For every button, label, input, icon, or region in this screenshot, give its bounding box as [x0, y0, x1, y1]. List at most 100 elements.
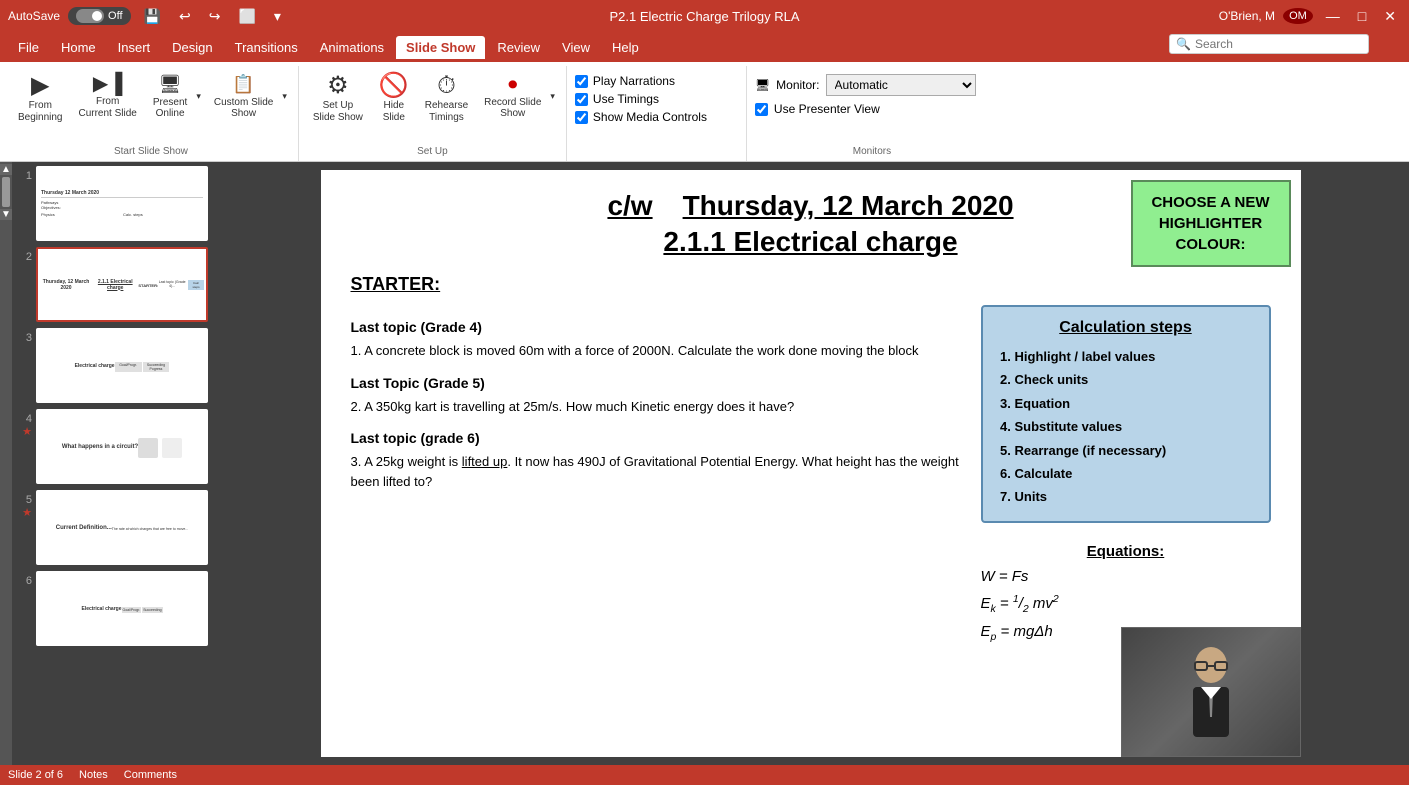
menu-item-home[interactable]: Home — [51, 36, 106, 59]
calc-step-7: Units — [1015, 485, 1255, 508]
slide-thumbnail-3[interactable]: Electrical charge Goal/Progr. Succeeding… — [36, 328, 208, 403]
calc-steps-box: Calculation steps Highlight / label valu… — [981, 305, 1271, 523]
slide-thumbnail-4[interactable]: What happens in a circuit? — [36, 409, 208, 484]
scroll-thumb[interactable] — [2, 177, 10, 207]
custom-slide-show-icon: 📋 — [232, 74, 254, 95]
slide-thumb-6[interactable]: 6 Electrical charge Goal/Progr. Succeedi… — [16, 571, 208, 646]
topic3-header: Last topic (grade 6) — [351, 430, 961, 446]
rehearse-label: RehearseTimings — [425, 100, 468, 124]
play-narrations-item[interactable]: Play Narrations — [575, 74, 707, 88]
hide-slide-button[interactable]: 🚫 HideSlide — [373, 70, 415, 128]
slide-cw: c/w — [607, 190, 652, 221]
slide-thumb-5[interactable]: 5★ Current Definition... The rate at whi… — [16, 490, 208, 565]
slide-date: Thursday, 12 March 2020 — [683, 190, 1014, 221]
slide-thumb-4[interactable]: 4★ What happens in a circuit? — [16, 409, 208, 484]
menu-item-help[interactable]: Help — [602, 36, 649, 59]
menu-item-file[interactable]: File — [8, 36, 49, 59]
webcam-box — [1121, 627, 1301, 757]
hide-slide-icon: 🚫 — [379, 74, 409, 98]
monitor-label: Monitor: — [776, 78, 819, 92]
search-icon: 🔍 — [1176, 37, 1191, 51]
ribbon-checkboxes-container: Play Narrations Use Timings Show Media C… — [575, 66, 707, 124]
scroll-up-button[interactable]: ▲ — [0, 164, 12, 175]
present-online-button[interactable]: 🖥 PresentOnline — [147, 70, 193, 123]
setup-icon: ⚙ — [327, 74, 349, 98]
save-button[interactable]: 💾 — [139, 6, 166, 27]
menu-item-design[interactable]: Design — [162, 36, 222, 59]
monitor-select[interactable]: Automatic Primary Monitor Secondary Moni… — [826, 74, 976, 96]
more-button[interactable]: ▾ — [269, 6, 286, 27]
minimize-button[interactable]: — — [1321, 6, 1345, 26]
slide-thumb-3[interactable]: 3 Electrical charge Goal/Progr. Succeedi… — [16, 328, 208, 403]
record-slide-show-arrow[interactable]: ▾ — [547, 70, 558, 123]
rehearse-timings-button[interactable]: ⏱ RehearseTimings — [419, 70, 474, 128]
menu-item-view[interactable]: View — [552, 36, 600, 59]
menu-item-review[interactable]: Review — [487, 36, 550, 59]
slide-num-4: 4★ — [16, 409, 32, 438]
monitor-row: 🖥 Monitor: Automatic Primary Monitor Sec… — [755, 74, 976, 96]
calc-step-4: Substitute values — [1015, 415, 1255, 438]
comments-button[interactable]: Comments — [124, 769, 177, 781]
webcam-person-svg — [1171, 637, 1251, 747]
slide-thumb-1[interactable]: 1 Thursday 12 March 2020 Pathways Object… — [16, 166, 208, 241]
custom-slide-show-arrow[interactable]: ▾ — [279, 70, 290, 123]
show-media-controls-checkbox[interactable] — [575, 111, 588, 124]
custom-slide-show-button[interactable]: 📋 Custom SlideShow — [208, 70, 279, 123]
menu-item-transitions[interactable]: Transitions — [225, 36, 308, 59]
titlebar: AutoSave Off 💾 ↩ ↪ ⬜ ▾ P2.1 Electric Cha… — [0, 0, 1409, 32]
customize-button[interactable]: ⬜ — [233, 6, 260, 27]
slide-1-preview: Thursday 12 March 2020 Pathways Objectiv… — [38, 168, 206, 239]
maximize-button[interactable]: □ — [1353, 6, 1371, 26]
slide-thumbnail-6[interactable]: Electrical charge Goal/Progr. Succeeding — [36, 571, 208, 646]
slide-thumbnail-5[interactable]: Current Definition... The rate at which … — [36, 490, 208, 565]
topic1-text: 1. A concrete block is moved 60m with a … — [351, 341, 961, 361]
topic2-text: 2. A 350kg kart is travelling at 25m/s. … — [351, 397, 961, 417]
notes-button[interactable]: Notes — [79, 769, 108, 781]
highlighter-box: CHOOSE A NEW HIGHLIGHTER COLOUR: — [1131, 180, 1291, 267]
custom-slide-show-split: 📋 Custom SlideShow ▾ — [208, 70, 290, 123]
equations-title: Equations: — [981, 543, 1271, 560]
menu-item-slideshow[interactable]: Slide Show — [396, 36, 485, 59]
slide-3-preview: Electrical charge Goal/Progr. Succeeding… — [38, 330, 206, 401]
use-timings-checkbox[interactable] — [575, 93, 588, 106]
slide-thumb-2[interactable]: 2 Thursday, 12 March 2020 2.1.1 Electric… — [16, 247, 208, 322]
toggle-state: Off — [108, 10, 122, 22]
topic1-header: Last topic (Grade 4) — [351, 319, 961, 335]
search-input[interactable] — [1195, 37, 1362, 51]
slide-thumbnail-2[interactable]: Thursday, 12 March 2020 2.1.1 Electrical… — [36, 247, 208, 322]
record-slide-show-split: ⏺ Record SlideShow ▾ — [478, 70, 558, 123]
webcam-preview — [1122, 628, 1300, 756]
highlighter-text: CHOOSE A NEW HIGHLIGHTER COLOUR: — [1151, 194, 1269, 253]
redo-button[interactable]: ↪ — [204, 6, 226, 27]
calc-step-2: Check units — [1015, 368, 1255, 391]
equation-1: W = Fs — [981, 568, 1271, 585]
from-beginning-button[interactable]: ▶ FromBeginning — [12, 70, 68, 128]
titlebar-right: O'Brien, M OM — □ ✕ — [1219, 6, 1401, 27]
show-media-controls-item[interactable]: Show Media Controls — [575, 110, 707, 124]
present-online-arrow[interactable]: ▾ — [193, 70, 204, 123]
slide-thumbnail-1[interactable]: Thursday 12 March 2020 Pathways Objectiv… — [36, 166, 208, 241]
use-timings-item[interactable]: Use Timings — [575, 92, 707, 106]
slide-5-preview: Current Definition... The rate at which … — [38, 492, 206, 563]
scroll-down-button[interactable]: ▼ — [0, 209, 12, 220]
use-presenter-view-checkbox[interactable] — [755, 103, 768, 116]
menu-item-insert[interactable]: Insert — [108, 36, 161, 59]
record-slide-show-button[interactable]: ⏺ Record SlideShow — [478, 70, 547, 123]
hide-slide-label: HideSlide — [383, 100, 405, 124]
slide-main: CHOOSE A NEW HIGHLIGHTER COLOUR: c/w Thur… — [321, 170, 1301, 757]
set-up-slide-show-button[interactable]: ⚙ Set UpSlide Show — [307, 70, 369, 128]
ribbon-group-checkboxes: Play Narrations Use Timings Show Media C… — [567, 66, 747, 161]
from-current-slide-button[interactable]: ▶▐ FromCurrent Slide — [72, 70, 142, 124]
menu-item-animations[interactable]: Animations — [310, 36, 394, 59]
play-narrations-checkbox[interactable] — [575, 75, 588, 88]
autosave-badge: Off — [68, 7, 130, 25]
close-button[interactable]: ✕ — [1379, 6, 1401, 27]
undo-button[interactable]: ↩ — [174, 6, 196, 27]
calc-steps-title: Calculation steps — [997, 319, 1255, 337]
slide-num-1: 1 — [16, 166, 32, 182]
menubar: File Home Insert Design Transitions Anim… — [0, 32, 1409, 62]
search-bar: 🔍 — [1169, 34, 1369, 54]
use-presenter-view-label: Use Presenter View — [774, 102, 880, 116]
from-current-icon: ▶▐ — [93, 74, 123, 94]
user-avatar: OM — [1283, 8, 1313, 24]
